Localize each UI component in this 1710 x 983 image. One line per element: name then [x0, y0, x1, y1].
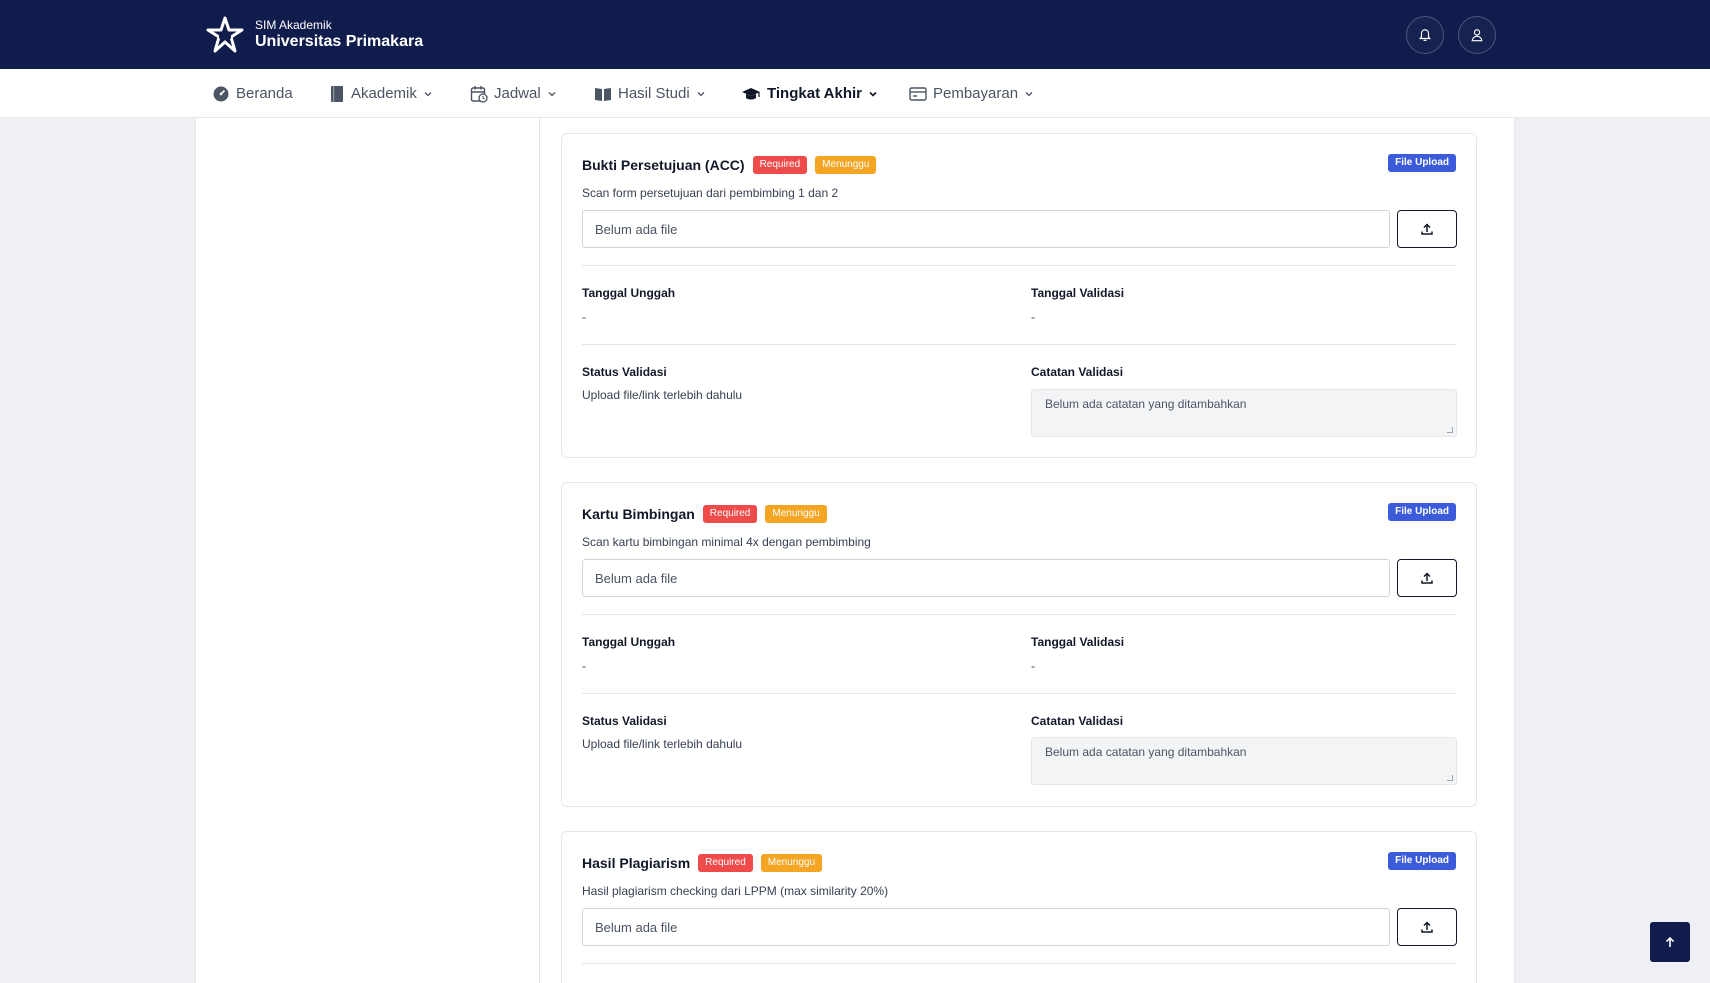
catatan-validasi-placeholder: Belum ada catatan yang ditambahkan [1045, 745, 1247, 759]
requirement-card: Kartu Bimbingan Required Menunggu File U… [561, 482, 1477, 807]
graduation-cap-icon [741, 85, 761, 103]
book-icon [329, 85, 345, 103]
upload-button[interactable] [1397, 210, 1457, 248]
nav-jadwal[interactable]: Jadwal [470, 69, 557, 118]
profile-button[interactable] [1458, 16, 1496, 54]
scroll-to-top-button[interactable] [1650, 922, 1690, 962]
upload-button[interactable] [1397, 908, 1457, 946]
bell-icon [1419, 29, 1431, 42]
upload-icon [1421, 223, 1433, 235]
chevron-down-icon [696, 89, 706, 99]
catatan-validasi-textarea[interactable]: Belum ada catatan yang ditambahkan [1031, 389, 1457, 437]
resize-handle-icon[interactable] [1447, 775, 1453, 781]
type-badge: File Upload [1388, 154, 1456, 172]
nav-label: Pembayaran [933, 85, 1019, 102]
divider [582, 963, 1457, 964]
nav-label: Tingkat Akhir [767, 85, 863, 102]
calendar-clock-icon [470, 85, 488, 103]
divider [582, 693, 1457, 694]
file-name-field[interactable]: Belum ada file [582, 210, 1390, 248]
open-book-icon [594, 85, 612, 103]
chevron-down-icon [868, 89, 878, 99]
brand-subtitle: SIM Akademik [255, 18, 332, 32]
notification-button[interactable] [1406, 16, 1444, 54]
required-badge: Required [698, 854, 753, 872]
required-badge: Required [702, 505, 758, 523]
status-validasi-value: Upload file/link terlebih dahulu [582, 737, 743, 751]
tanggal-validasi-label: Tanggal Validasi [1031, 286, 1125, 300]
card-description: Scan form persetujuan dari pembimbing 1 … [582, 186, 839, 200]
star-logo-icon [206, 16, 244, 53]
chevron-down-icon [423, 89, 433, 99]
credit-card-icon [909, 85, 927, 103]
card-title-row: Bukti Persetujuan (ACC) Required Menungg… [582, 156, 877, 174]
card-description: Scan kartu bimbingan minimal 4x dengan p… [582, 535, 871, 549]
card-title: Kartu Bimbingan [582, 506, 695, 522]
tanggal-unggah-label: Tanggal Unggah [582, 635, 676, 649]
card-title: Bukti Persetujuan (ACC) [582, 157, 745, 173]
arrow-up-icon [1665, 936, 1675, 947]
nav-hasil-studi[interactable]: Hasil Studi [594, 69, 706, 118]
card-description: Hasil plagiarism checking dari LPPM (max… [582, 884, 889, 898]
upload-button[interactable] [1397, 559, 1457, 597]
catatan-validasi-textarea[interactable]: Belum ada catatan yang ditambahkan [1031, 737, 1457, 785]
status-badge: Menunggu [760, 854, 823, 872]
nav-label: Jadwal [494, 85, 541, 102]
brand-text: SIM Akademik Universitas Primakara [255, 18, 423, 52]
file-name-field[interactable]: Belum ada file [582, 908, 1390, 946]
tanggal-validasi-label: Tanggal Validasi [1031, 635, 1125, 649]
file-name-field[interactable]: Belum ada file [582, 559, 1390, 597]
dashboard-icon [212, 85, 230, 103]
status-validasi-label: Status Validasi [582, 365, 667, 379]
brand-title: Universitas Primakara [255, 33, 424, 50]
catatan-validasi-placeholder: Belum ada catatan yang ditambahkan [1045, 397, 1247, 411]
main-navigation: Beranda Akademik Jadwal Hasil Studi Ting… [0, 69, 1710, 118]
status-validasi-label: Status Validasi [582, 714, 667, 728]
tanggal-unggah-value: - [582, 659, 586, 673]
catatan-validasi-label: Catatan Validasi [1031, 365, 1124, 379]
divider [582, 614, 1457, 615]
nav-akademik[interactable]: Akademik [329, 69, 433, 118]
nav-label: Hasil Studi [618, 85, 690, 102]
requirement-card: Hasil Plagiarism Required Menunggu File … [561, 831, 1477, 983]
required-badge: Required [752, 156, 808, 174]
divider [582, 344, 1457, 345]
top-header: SIM Akademik Universitas Primakara [0, 0, 1710, 69]
brand[interactable]: SIM Akademik Universitas Primakara [205, 15, 423, 55]
catatan-validasi-label: Catatan Validasi [1031, 714, 1124, 728]
card-title: Hasil Plagiarism [582, 855, 691, 871]
resize-handle-icon[interactable] [1447, 427, 1453, 433]
status-validasi-value: Upload file/link terlebih dahulu [582, 388, 743, 402]
nav-tingkat-akhir[interactable]: Tingkat Akhir [741, 69, 878, 118]
chevron-down-icon [1024, 89, 1034, 99]
nav-beranda[interactable]: Beranda [212, 69, 293, 118]
chevron-down-icon [547, 89, 557, 99]
tanggal-unggah-value: - [582, 310, 586, 324]
tanggal-validasi-value: - [1031, 659, 1035, 673]
nav-label: Beranda [236, 85, 293, 102]
type-badge: File Upload [1388, 852, 1456, 870]
nav-pembayaran[interactable]: Pembayaran [909, 69, 1034, 118]
card-title-row: Kartu Bimbingan Required Menunggu [582, 505, 827, 523]
tanggal-validasi-value: - [1031, 310, 1035, 324]
upload-icon [1421, 921, 1433, 933]
nav-label: Akademik [351, 85, 417, 102]
user-icon [1471, 29, 1483, 42]
tanggal-unggah-label: Tanggal Unggah [582, 286, 676, 300]
requirement-card: Bukti Persetujuan (ACC) Required Menungg… [561, 133, 1477, 458]
status-badge: Menunggu [815, 156, 877, 174]
card-title-row: Hasil Plagiarism Required Menunggu [582, 854, 823, 872]
type-badge: File Upload [1388, 503, 1456, 521]
left-sidebar-panel [195, 118, 540, 983]
divider [582, 265, 1457, 266]
status-badge: Menunggu [765, 505, 827, 523]
upload-icon [1421, 572, 1433, 584]
